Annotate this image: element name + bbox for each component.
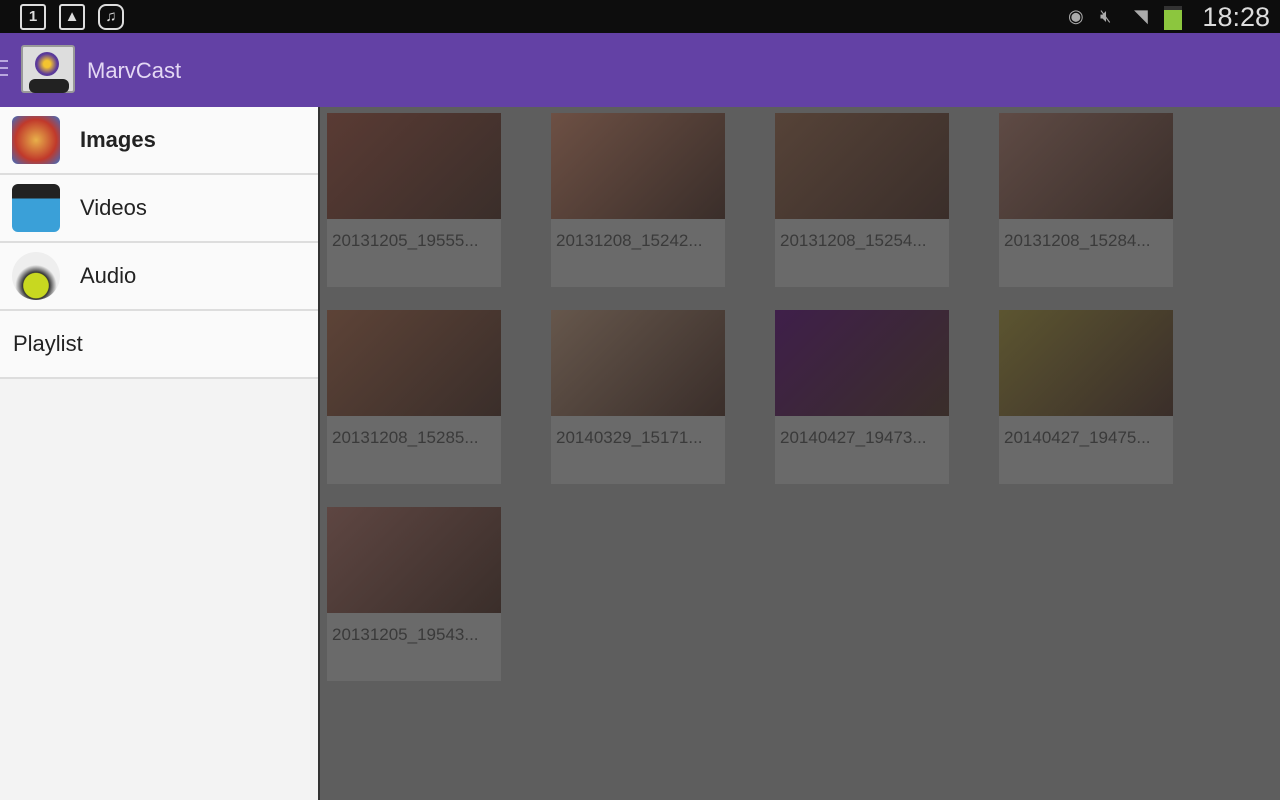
thumbnail-caption: 20140427_19475... — [1004, 428, 1151, 447]
media-thumbnail[interactable]: 20131205_19555... — [327, 113, 501, 287]
marvcast-icon: ♫ — [98, 4, 124, 30]
media-thumbnail[interactable]: 20131208_15285... — [327, 310, 501, 484]
media-thumbnail[interactable]: 20131208_15242... — [551, 113, 725, 287]
thumbnail-caption: 20131208_15284... — [1004, 231, 1151, 250]
clock: 18:28 — [1202, 2, 1270, 32]
sidebar: Images Videos Audio Playlist — [0, 107, 320, 800]
status-bar: 1 ▲ ♫ ◉ 🔇︎ ◥ 18:28 — [0, 0, 1280, 33]
wifi-icon: ◥ — [1134, 6, 1148, 26]
headphones-icon — [12, 252, 60, 300]
thumbnail-image — [551, 310, 725, 416]
sidebar-item-images[interactable]: Images — [0, 107, 318, 175]
media-thumbnail[interactable]: 20131205_19543... — [327, 507, 501, 681]
thumbnail-caption: 20140329_15171... — [556, 428, 703, 447]
notification-1-icon: 1 — [20, 4, 46, 30]
sidebar-item-audio[interactable]: Audio — [0, 243, 318, 311]
eye-icon: ◉ — [1068, 6, 1084, 26]
battery-icon — [1164, 6, 1182, 30]
thumbnail-image — [327, 507, 501, 613]
thumbnail-image — [327, 113, 501, 219]
thumbnail-caption: 20131208_15254... — [780, 231, 927, 250]
media-thumbnail[interactable]: 20131208_15284... — [999, 113, 1173, 287]
thumbnail-image — [999, 113, 1173, 219]
thumbnail-image — [551, 113, 725, 219]
media-thumbnail[interactable]: 20131208_15254... — [775, 113, 949, 287]
sidebar-item-videos[interactable]: Videos — [0, 175, 318, 243]
gallery-icon: ▲ — [59, 4, 85, 30]
thumbnail-caption: 20131205_19543... — [332, 625, 479, 644]
mute-icon: 🔇︎ — [1100, 6, 1112, 26]
media-thumbnail[interactable]: 20140427_19475... — [999, 310, 1173, 484]
thumbnail-image — [775, 310, 949, 416]
app-title: MarvCast — [87, 58, 182, 83]
clapperboard-icon — [12, 184, 60, 232]
thumbnail-caption: 20131205_19555... — [332, 231, 479, 250]
thumbnail-caption: 20131208_15285... — [332, 428, 479, 447]
thumbnail-image — [775, 113, 949, 219]
thumbnail-caption: 20131208_15242... — [556, 231, 703, 250]
media-thumbnail[interactable]: 20140329_15171... — [551, 310, 725, 484]
media-thumbnail[interactable]: 20140427_19473... — [775, 310, 949, 484]
sidebar-item-playlist[interactable]: Playlist — [0, 311, 318, 379]
palette-icon — [12, 116, 60, 164]
thumbnail-image — [999, 310, 1173, 416]
app-logo[interactable] — [21, 45, 75, 93]
app-bar — [0, 33, 1280, 107]
thumbnail-caption: 20140427_19473... — [780, 428, 927, 447]
thumbnail-image — [327, 310, 501, 416]
menu-icon[interactable] — [0, 60, 8, 76]
